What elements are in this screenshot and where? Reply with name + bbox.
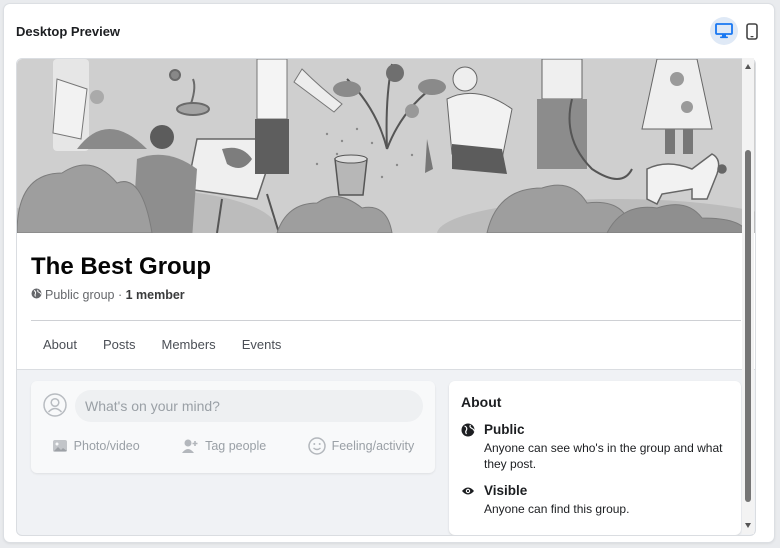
mobile-preview-button[interactable] <box>738 17 766 45</box>
meta-separator: · <box>114 288 126 302</box>
photo-video-button[interactable]: Photo/video <box>52 437 140 455</box>
tab-events[interactable]: Events <box>228 337 294 352</box>
photo-video-label: Photo/video <box>73 439 140 453</box>
photo-icon <box>52 438 68 454</box>
header-divider <box>31 320 741 321</box>
globe-icon <box>31 288 42 302</box>
group-name: The Best Group <box>31 253 212 280</box>
scroll-down-arrow[interactable] <box>745 523 751 528</box>
composer-actions: Photo/video Tag people Feeling/activity <box>31 437 435 455</box>
eye-icon <box>461 484 475 503</box>
tag-people-label: Tag people <box>205 439 267 453</box>
about-card: About Public Anyone can see who's in the… <box>449 381 741 535</box>
group-meta: Public group · 1 member <box>31 288 185 302</box>
about-visible-title: Visible <box>484 483 528 498</box>
panel-title: Desktop Preview <box>16 24 121 39</box>
tag-people-icon <box>181 438 199 454</box>
post-composer: What's on your mind? Photo/video Tag peo… <box>31 381 435 473</box>
tag-people-button[interactable]: Tag people <box>181 437 266 455</box>
tab-posts[interactable]: Posts <box>89 337 148 352</box>
tab-members[interactable]: Members <box>148 337 228 352</box>
cover-illustration <box>17 59 755 233</box>
feeling-activity-button[interactable]: Feeling/activity <box>307 437 415 455</box>
mobile-phone-icon <box>746 22 758 40</box>
about-public-title: Public <box>484 422 525 437</box>
group-privacy-label: Public group <box>45 288 115 302</box>
group-header: The Best Group Public group · 1 member A… <box>17 233 755 370</box>
member-count[interactable]: 1 member <box>126 288 185 302</box>
globe-icon <box>461 423 476 442</box>
scroll-up-arrow[interactable] <box>745 64 751 69</box>
desktop-preview-button[interactable] <box>710 17 738 45</box>
whats-on-your-mind-input[interactable]: What's on your mind? <box>75 390 423 422</box>
preview-viewport: The Best Group Public group · 1 member A… <box>16 58 756 536</box>
about-public-description: Anyone can see who's in the group and wh… <box>484 441 723 471</box>
preview-scrollbar[interactable] <box>742 58 754 534</box>
tab-about[interactable]: About <box>31 337 89 352</box>
desktop-preview-panel: Desktop Preview The Best Group Public gr… <box>4 4 774 542</box>
smiley-icon <box>307 437 326 455</box>
avatar <box>43 393 67 417</box>
group-tabs: About Posts Members Events <box>31 337 293 352</box>
feeling-activity-label: Feeling/activity <box>331 439 415 453</box>
desktop-icon <box>715 23 733 39</box>
about-visible-description: Anyone can find this group. <box>484 502 630 516</box>
cover-photo <box>17 59 755 233</box>
scroll-thumb[interactable] <box>745 150 751 502</box>
about-title: About <box>461 394 502 410</box>
